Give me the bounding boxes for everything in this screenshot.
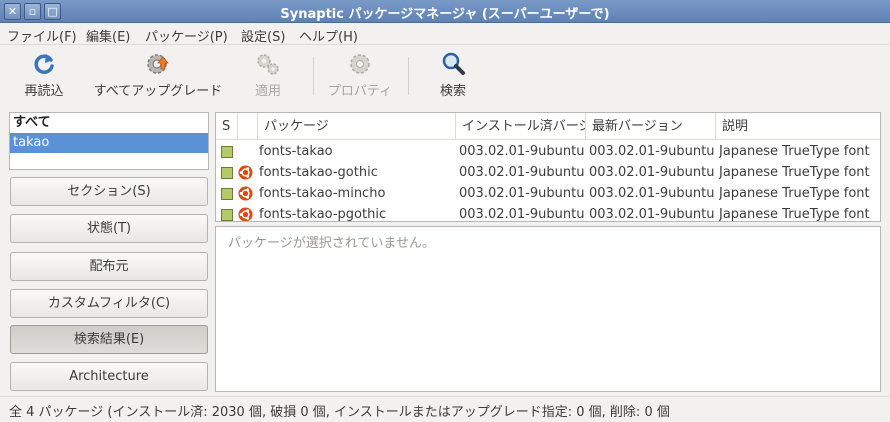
package-description-pane[interactable]: パッケージが選択されていません。 — [215, 226, 881, 392]
menu-package[interactable]: パッケージ(P) — [145, 26, 228, 45]
reload-button[interactable]: 再読込 — [16, 51, 72, 101]
table-row[interactable]: fonts-takao-pgothic 003.02.01-9ubuntu 00… — [216, 204, 880, 222]
column-package[interactable]: パッケージ — [258, 113, 456, 140]
sections-button[interactable]: セクション(S) — [10, 177, 208, 206]
ubuntu-logo-icon — [238, 165, 253, 180]
package-name: fonts-takao-mincho — [259, 186, 386, 201]
installed-status-icon[interactable] — [221, 146, 233, 158]
search-results-button[interactable]: 検索結果(E) — [10, 325, 208, 354]
installed-version: 003.02.01-9ubuntu — [459, 186, 585, 201]
package-description: Japanese TrueType font — [719, 186, 870, 201]
apply-button[interactable]: 適用 — [243, 51, 293, 101]
menu-settings[interactable]: 設定(S) — [241, 26, 285, 45]
architecture-button[interactable]: Architecture — [10, 362, 208, 391]
menu-edit[interactable]: 編集(E) — [86, 26, 130, 45]
ubuntu-logo-icon — [238, 207, 253, 221]
package-name: fonts-takao-gothic — [259, 165, 378, 180]
origin-button[interactable]: 配布元 — [10, 252, 208, 281]
column-latest-version[interactable]: 最新バージョン — [586, 113, 716, 140]
installed-version: 003.02.01-9ubuntu — [459, 165, 585, 180]
title-bar[interactable]: ✕ ▫ □ Synaptic パッケージマネージャ (スーパーユーザーで) — [0, 0, 890, 23]
latest-version: 003.02.01-9ubuntu — [589, 207, 715, 222]
package-name: fonts-takao-pgothic — [259, 207, 387, 222]
reload-icon — [34, 54, 54, 74]
package-description: Japanese TrueType font — [719, 165, 870, 180]
package-description: Japanese TrueType font — [719, 144, 870, 159]
column-description[interactable]: 説明 — [716, 113, 880, 140]
reload-label: 再読込 — [24, 84, 64, 99]
properties-label: プロパティ — [327, 84, 393, 99]
menu-help[interactable]: ヘルプ(H) — [299, 26, 358, 45]
table-row[interactable]: fonts-takao-mincho 003.02.01-9ubuntu 003… — [216, 183, 880, 204]
upgrade-gear-icon — [147, 54, 169, 74]
table-row[interactable]: fonts-takao-gothic 003.02.01-9ubuntu 003… — [216, 162, 880, 183]
table-row[interactable]: fonts-takao 003.02.01-9ubuntu 003.02.01-… — [216, 141, 880, 162]
toolbar-separator — [408, 57, 409, 95]
ubuntu-logo-icon — [238, 186, 253, 201]
properties-gear-icon — [350, 54, 370, 74]
installed-status-icon[interactable] — [221, 167, 233, 179]
status-button[interactable]: 状態(T) — [10, 214, 208, 243]
menu-bar: ファイル(F) 編集(E) パッケージ(P) 設定(S) ヘルプ(H) — [0, 23, 890, 45]
filter-list: すべて takao — [9, 112, 209, 170]
toolbar-separator — [313, 57, 314, 95]
upgrade-all-label: すべてアップグレード — [93, 84, 223, 99]
installed-status-icon[interactable] — [221, 209, 233, 221]
upgrade-all-button[interactable]: すべてアップグレード — [88, 51, 228, 101]
apply-gears-icon — [257, 54, 279, 75]
no-selection-text: パッケージが選択されていません。 — [228, 236, 435, 251]
properties-button[interactable]: プロパティ — [322, 51, 398, 101]
package-description: Japanese TrueType font — [719, 207, 870, 222]
search-button[interactable]: 検索 — [430, 51, 476, 101]
package-list: S パッケージ インストール済バージョン 最新バージョン 説明 fonts-ta… — [215, 112, 881, 222]
window-title: Synaptic パッケージマネージャ (スーパーユーザーで) — [280, 7, 610, 22]
column-installed-version[interactable]: インストール済バージョン — [456, 113, 586, 140]
filter-item-takao[interactable]: takao — [10, 133, 208, 153]
status-bar: 全 4 パッケージ (インストール済: 2030 個, 破損 0 個, インスト… — [0, 396, 890, 422]
apply-label: 適用 — [254, 84, 281, 99]
installed-version: 003.02.01-9ubuntu — [459, 207, 585, 222]
latest-version: 003.02.01-9ubuntu — [589, 165, 715, 180]
filter-item-all[interactable]: すべて — [10, 113, 208, 133]
custom-filters-button[interactable]: カスタムフィルタ(C) — [10, 289, 208, 318]
toolbar: 再読込 すべてアップグレード 適用 プロパティ 検索 — [0, 45, 890, 107]
magnifier-icon — [442, 52, 465, 75]
column-support[interactable] — [238, 113, 258, 140]
installed-status-icon[interactable] — [221, 188, 233, 200]
latest-version: 003.02.01-9ubuntu — [589, 186, 715, 201]
status-text: 全 4 パッケージ (インストール済: 2030 個, 破損 0 個, インスト… — [9, 405, 670, 420]
column-status[interactable]: S — [216, 113, 238, 140]
latest-version: 003.02.01-9ubuntu — [589, 144, 715, 159]
menu-file[interactable]: ファイル(F) — [7, 26, 77, 45]
installed-version: 003.02.01-9ubuntu — [459, 144, 585, 159]
package-name: fonts-takao — [259, 144, 333, 159]
search-label: 検索 — [439, 84, 466, 99]
